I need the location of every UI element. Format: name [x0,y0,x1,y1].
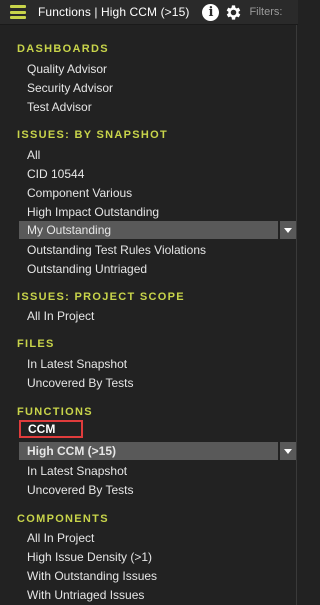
nav-item-label: Quality Advisor [27,62,108,76]
high-ccm-dropdown-button[interactable] [280,442,296,460]
nav-item-label: With Untriaged Issues [27,588,145,602]
nav-item-files-uncovered-by-tests[interactable]: Uncovered By Tests [17,374,296,392]
nav-item-label: Outstanding Untriaged [27,262,148,276]
nav-item-outstanding-untriaged[interactable]: Outstanding Untriaged [17,260,296,278]
nav-item-high-impact-outstanding[interactable]: High Impact Outstanding [17,203,296,221]
nav-item-label: All In Project [27,531,95,545]
nav-item-label: In Latest Snapshot [27,464,128,478]
section-header-dashboards: DASHBOARDS [17,43,109,55]
nav-item-my-outstanding[interactable]: My Outstanding [19,221,278,239]
nav-item-security-advisor[interactable]: Security Advisor [17,79,296,97]
section-header-files: FILES [17,338,55,350]
nav-item-outstanding-test-rules-violations[interactable]: Outstanding Test Rules Violations [17,241,296,259]
nav-item-functions-in-latest-snapshot[interactable]: In Latest Snapshot [17,462,296,480]
nav-item-label: High CCM (>15) [27,444,117,458]
navigation-panel: DASHBOARDS Quality Advisor Security Advi… [0,25,297,605]
nav-item-high-ccm[interactable]: High CCM (>15) [19,442,278,460]
section-header-components: COMPONENTS [17,513,109,525]
nav-item-component-various[interactable]: Component Various [17,184,296,202]
nav-item-label: CID 10544 [27,167,85,181]
nav-item-with-untriaged-issues[interactable]: With Untriaged Issues [17,586,296,604]
nav-item-label: Test Advisor [27,100,92,114]
nav-item-label: High Impact Outstanding [27,205,160,219]
nav-item-with-outstanding-issues[interactable]: With Outstanding Issues [17,567,296,585]
info-icon[interactable]: i [202,3,220,21]
nav-item-high-issue-density[interactable]: High Issue Density (>1) [17,548,296,566]
nav-item-cid-10544[interactable]: CID 10544 [17,165,296,183]
nav-item-all-in-project[interactable]: All In Project [17,307,296,325]
page-title: Functions | High CCM (>15) [38,5,190,19]
nav-item-label: My Outstanding [27,223,112,237]
nav-item-ccm[interactable]: CCM [19,420,83,438]
chevron-down-icon [284,227,292,233]
nav-item-label: All [27,148,41,162]
nav-item-label: Uncovered By Tests [27,376,134,390]
chevron-down-icon [284,448,292,454]
nav-item-label: High Issue Density (>1) [27,550,153,564]
nav-item-label: Outstanding Test Rules Violations [27,243,206,257]
nav-item-functions-uncovered-by-tests[interactable]: Uncovered By Tests [17,481,296,499]
nav-item-files-in-latest-snapshot[interactable]: In Latest Snapshot [17,355,296,373]
section-header-issues-project-scope: ISSUES: PROJECT SCOPE [17,291,185,303]
my-outstanding-dropdown-button[interactable] [280,221,296,239]
nav-item-components-all-in-project[interactable]: All In Project [17,529,296,547]
nav-item-test-advisor[interactable]: Test Advisor [17,98,296,116]
section-header-functions: FUNCTIONS [17,406,93,418]
nav-item-quality-advisor[interactable]: Quality Advisor [17,60,296,78]
nav-item-label: All In Project [27,309,95,323]
nav-item-label: With Outstanding Issues [27,569,158,583]
filters-label: Filters: [249,6,283,18]
gear-icon[interactable] [223,2,243,22]
nav-item-label: In Latest Snapshot [27,357,128,371]
section-header-issues-by-snapshot: ISSUES: BY SNAPSHOT [17,129,169,141]
nav-item-label: Security Advisor [27,81,114,95]
nav-item-all[interactable]: All [17,146,296,164]
hamburger-icon[interactable] [10,5,26,19]
nav-item-label: Component Various [27,186,133,200]
top-bar: Functions | High CCM (>15) i Filters: [0,0,298,25]
nav-item-label: Uncovered By Tests [27,483,134,497]
